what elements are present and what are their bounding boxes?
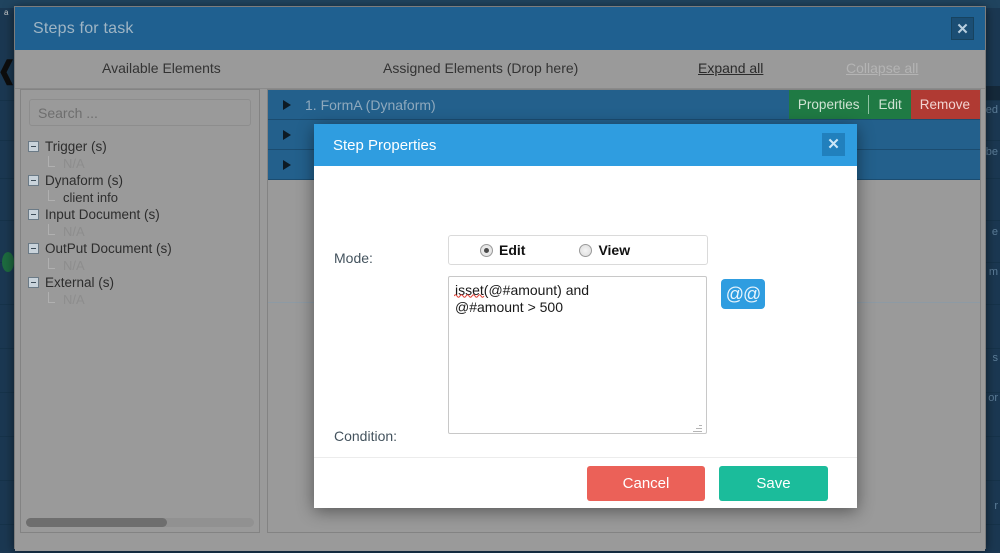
tree-elbow-icon [47,190,58,203]
tree-group-output-document: OutPut Document (s) N/A [28,240,259,274]
tree-child-label: client info [63,190,118,205]
tree-child-output-document-na[interactable]: N/A [28,257,259,274]
tree-node-input-document[interactable]: Input Document (s) [28,206,259,223]
tree-child-label: N/A [63,258,85,273]
background-corner-label: a [4,8,9,17]
collapse-all-link[interactable]: Collapse all [846,60,918,76]
spellcheck-squiggle-icon [454,294,485,298]
collapse-toggle-icon[interactable] [28,175,39,186]
radio-option-view[interactable]: View [579,242,630,258]
tree-group-dynaform: Dynaform (s) client info [28,172,259,206]
background-status-dot-icon [2,252,14,272]
background-ghost-text: s [992,352,999,364]
search-input[interactable] [29,99,251,126]
tree-node-label: Input Document (s) [45,207,160,222]
action-separator [868,90,870,119]
tree-group-external: External (s) N/A [28,274,259,308]
expand-arrow-icon[interactable] [283,129,291,140]
tree-node-label: External (s) [45,275,115,290]
condition-label: Condition: [334,428,398,444]
step-properties-header: Step Properties ✕ [314,124,857,166]
step-properties-dialog: Step Properties ✕ Mode: Edit View Condit… [314,124,857,508]
collapse-toggle-icon[interactable] [28,141,39,152]
background-ghost-text: e [991,226,998,238]
tree-node-label: Dynaform (s) [45,173,124,188]
collapse-toggle-icon[interactable] [28,277,39,288]
expand-arrow-icon[interactable] [283,159,291,170]
tree-group-input-document: Input Document (s) N/A [28,206,259,240]
steps-dialog-title: Steps for task [33,19,134,37]
tree-node-trigger[interactable]: Trigger (s) [28,138,259,155]
mode-label: Mode: [334,250,373,266]
tree-child-client-info[interactable]: client info [28,189,259,206]
edit-button[interactable]: Edit [869,90,911,119]
screen-root: ed be e m s or r ❰ a Steps for task ✕ Av… [0,0,1000,553]
background-ghost-text: be [985,146,998,158]
step-properties-footer: Cancel Save [314,457,857,508]
step-properties-title: Step Properties [333,136,437,154]
step-name: 1. FormA (Dynaform) [305,96,436,113]
close-icon[interactable]: ✕ [822,133,845,156]
scrollbar-thumb[interactable] [26,518,168,527]
row-actions: Properties Edit Remove [788,90,980,119]
radio-label: View [598,242,631,258]
tree-node-external[interactable]: External (s) [28,274,259,291]
available-elements-panel: Trigger (s) N/A Dynaform (s) [20,89,260,533]
assigned-elements-label: Assigned Elements (Drop here) [383,60,579,76]
mode-radio-group: Edit View [448,235,708,265]
steps-dialog-header: Steps for task ✕ [15,7,985,50]
background-ghost-text: ed [985,104,998,116]
tree-elbow-icon [47,156,58,169]
tree-child-label: N/A [63,224,85,239]
tree-group-trigger: Trigger (s) N/A [28,138,259,172]
tree-child-label: N/A [63,292,85,307]
tree-elbow-icon [47,258,58,271]
radio-selected-icon[interactable] [480,243,493,257]
tree-node-dynaform[interactable]: Dynaform (s) [28,172,259,189]
remove-button[interactable]: Remove [910,90,980,119]
background-ghost-text: m [988,266,998,278]
tree-child-external-na[interactable]: N/A [28,291,259,308]
tree-node-output-document[interactable]: OutPut Document (s) [28,240,259,257]
radio-unselected-icon[interactable] [579,243,593,257]
radio-label: Edit [499,242,526,258]
tree-node-label: OutPut Document (s) [45,241,172,256]
properties-button[interactable]: Properties [788,90,869,119]
expand-all-link[interactable]: Expand all [698,60,763,76]
background-ghost-text: r [994,500,998,512]
collapse-toggle-icon[interactable] [28,209,39,220]
radio-option-edit[interactable]: Edit [480,242,525,258]
insert-variable-button[interactable]: @@ [721,279,765,309]
close-icon[interactable]: ✕ [951,17,974,40]
column-headers: Available Elements Assigned Elements (Dr… [15,50,985,89]
table-row[interactable]: 1. FormA (Dynaform) Properties Edit Remo… [268,90,980,120]
tree-child-label: N/A [63,156,85,171]
tree-child-input-document-na[interactable]: N/A [28,223,259,240]
background-ghost-text: or [988,392,998,404]
expand-arrow-icon[interactable] [283,99,291,110]
horizontal-scrollbar[interactable] [26,518,254,527]
elements-tree: Trigger (s) N/A Dynaform (s) client info… [21,138,259,308]
collapse-toggle-icon[interactable] [28,243,39,254]
tree-node-label: Trigger (s) [45,139,107,154]
available-elements-label: Available Elements [102,60,221,76]
tree-child-trigger-na[interactable]: N/A [28,155,259,172]
tree-elbow-icon [47,292,58,305]
tree-elbow-icon [47,224,58,237]
step-properties-body: Mode: Edit View Condition: @@ [314,166,857,457]
save-button[interactable]: Save [719,465,828,501]
cancel-button[interactable]: Cancel [587,465,705,501]
condition-input[interactable] [448,276,707,434]
